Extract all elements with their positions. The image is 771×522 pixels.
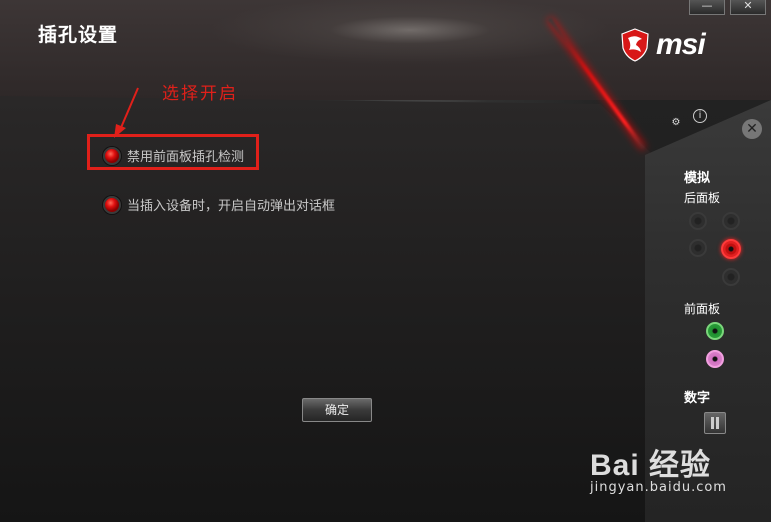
watermark-url: jingyan.baidu.com [590, 480, 727, 495]
rear-jack-4-active[interactable] [721, 239, 741, 259]
analog-label: 模拟 [684, 171, 711, 186]
msi-logo-text: msi [656, 28, 706, 61]
msi-logo: msi [620, 28, 706, 62]
front-jack-green[interactable] [706, 322, 724, 340]
digital-output-icon[interactable] [704, 412, 726, 434]
close-icon[interactable]: ✕ [742, 119, 762, 139]
option-label: 当插入设备时，开启自动弹出对话框 [127, 199, 336, 214]
window-title: 插孔设置 [38, 24, 119, 46]
rear-jack-5[interactable] [722, 268, 740, 286]
annotation-text: 选择开启 [162, 84, 238, 104]
option-disable-front-jack-detection[interactable]: 禁用前面板插孔检测 [103, 146, 244, 165]
front-panel-label: 前面板 [684, 302, 721, 316]
info-icon[interactable]: i [693, 109, 707, 123]
watermark-main: Bai 经验 [590, 449, 712, 482]
minimize-button[interactable]: — [689, 0, 725, 15]
front-jack-pink[interactable] [706, 350, 724, 368]
rear-panel-label: 后面板 [684, 191, 721, 205]
rear-jack-2[interactable] [722, 212, 740, 230]
window: 插孔设置 — ✕ msi 选择开启 禁用前面板插孔检测 当插入设备时，开启自动弹… [0, 0, 771, 522]
option-label: 禁用前面板插孔检测 [127, 150, 245, 165]
rear-jack-1[interactable] [689, 212, 707, 230]
digital-label: 数字 [684, 391, 711, 406]
watermark: Bai 经验 jingyan.baidu.com [590, 440, 727, 495]
ok-button[interactable]: 确定 [302, 398, 372, 422]
rear-jack-3[interactable] [689, 239, 707, 257]
option-auto-popup-dialog[interactable]: 当插入设备时，开启自动弹出对话框 [103, 195, 335, 214]
close-button[interactable]: ✕ [730, 0, 766, 15]
radio-button[interactable] [103, 146, 121, 165]
radio-button[interactable] [103, 195, 121, 214]
gear-icon[interactable]: ⚙ [669, 116, 683, 130]
dragon-shield-icon [621, 28, 649, 62]
